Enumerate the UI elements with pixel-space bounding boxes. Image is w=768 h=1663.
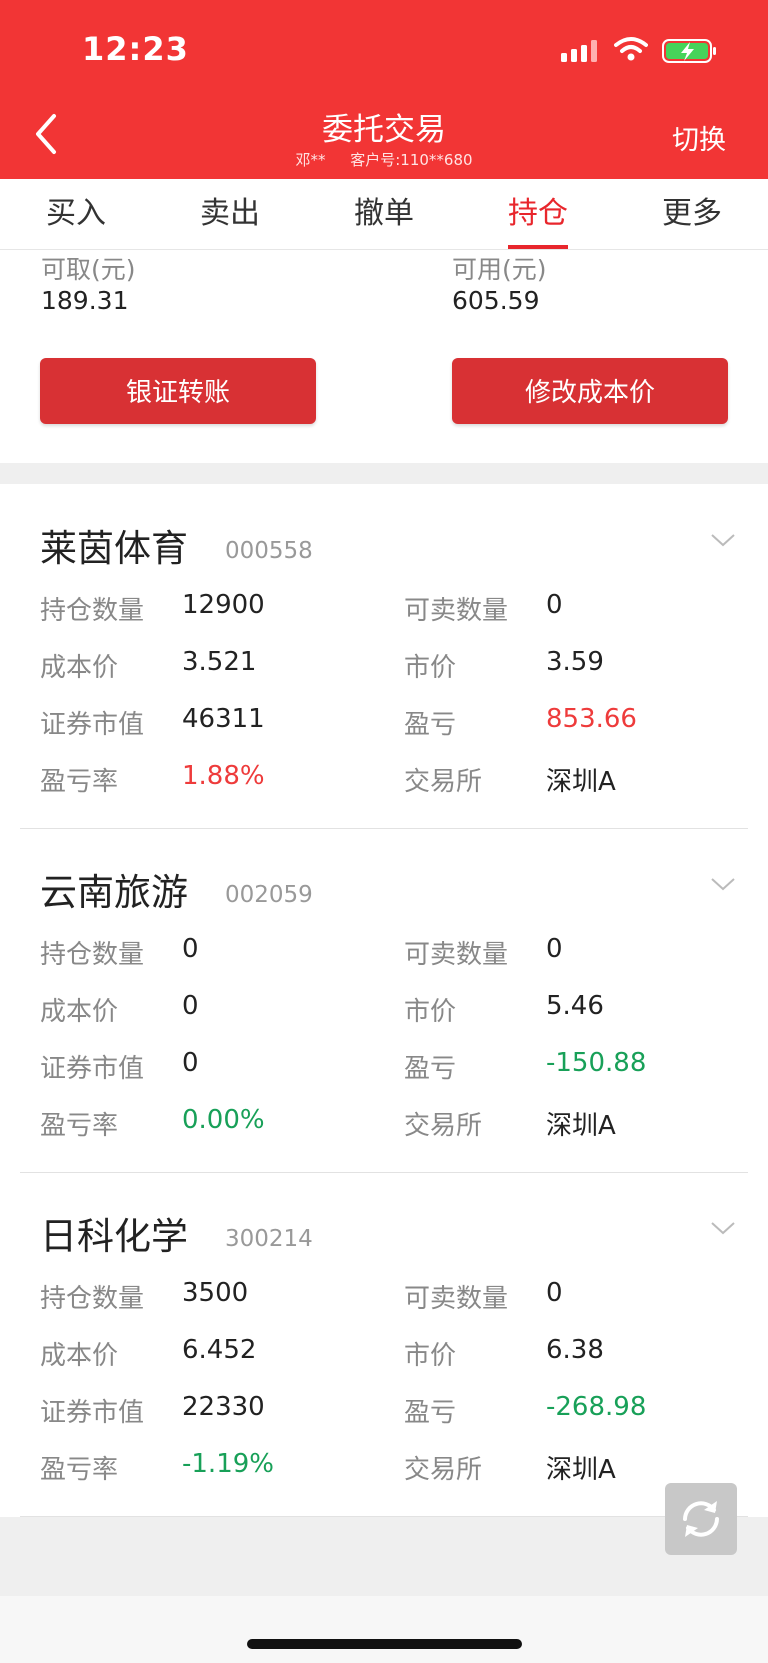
hold-qty-value: 12900 (182, 590, 265, 620)
position-card[interactable]: 云南旅游 002059 持仓数量 0 可卖数量 0 成本价 0 市价 5.46 … (20, 828, 748, 1173)
stock-name: 莱茵体育 (40, 527, 188, 570)
user-name: 邓** (295, 151, 326, 169)
sellable-qty-label: 可卖数量 (404, 940, 509, 970)
pnl-rate-label: 盈亏率 (40, 1455, 119, 1485)
market-value-value: 46311 (182, 704, 265, 734)
pnl-label: 盈亏 (404, 1398, 457, 1428)
hold-qty-label: 持仓数量 (40, 1284, 145, 1314)
sellable-qty-label: 可卖数量 (404, 596, 509, 626)
cost-price-label: 成本价 (40, 1341, 119, 1371)
position-card[interactable]: 莱茵体育 000558 持仓数量 12900 可卖数量 0 成本价 3.521 … (20, 484, 748, 829)
funds-panel: 可取(元) 189.31 可用(元) 605.59 银证转账 修改成本价 (0, 250, 768, 463)
pnl-label: 盈亏 (404, 710, 457, 740)
pnl-rate-label: 盈亏率 (40, 767, 119, 797)
withdrawable-value: 189.31 (41, 286, 129, 315)
switch-account-button[interactable]: 切换 (672, 118, 726, 157)
positions-list: 莱茵体育 000558 持仓数量 12900 可卖数量 0 成本价 3.521 … (0, 484, 768, 1517)
hold-qty-value: 3500 (182, 1278, 249, 1308)
trade-tabs: 买入 卖出 撤单 持仓 更多 (0, 179, 768, 250)
chevron-down-icon[interactable] (710, 1220, 736, 1236)
tab-cancel[interactable]: 撤单 (324, 179, 444, 249)
bottom-safe-area (0, 1596, 768, 1663)
modify-cost-button[interactable]: 修改成本价 (452, 358, 728, 424)
sellable-qty-label: 可卖数量 (404, 1284, 509, 1314)
pnl-rate-value: -1.19% (182, 1449, 274, 1479)
market-price-label: 市价 (404, 1341, 457, 1371)
sellable-qty-value: 0 (546, 934, 563, 964)
hold-qty-value: 0 (182, 934, 199, 964)
signal-icon (561, 40, 597, 62)
pnl-rate-value: 0.00% (182, 1105, 265, 1135)
pnl-rate-label: 盈亏率 (40, 1111, 119, 1141)
stock-name: 云南旅游 (40, 871, 188, 914)
exchange-value: 深圳A (546, 1455, 616, 1485)
market-value-value: 0 (182, 1048, 199, 1078)
pnl-rate-value: 1.88% (182, 761, 265, 791)
market-value-label: 证券市值 (40, 1398, 145, 1428)
sellable-qty-value: 0 (546, 590, 563, 620)
available-value: 605.59 (452, 286, 540, 315)
position-card[interactable]: 日科化学 300214 持仓数量 3500 可卖数量 0 成本价 6.452 市… (20, 1172, 748, 1517)
stock-name: 日科化学 (40, 1215, 188, 1258)
refresh-icon (683, 1501, 719, 1537)
home-indicator[interactable] (247, 1639, 522, 1649)
market-price-value: 5.46 (546, 991, 604, 1021)
tab-positions[interactable]: 持仓 (478, 179, 598, 249)
hold-qty-label: 持仓数量 (40, 596, 145, 626)
cost-price-label: 成本价 (40, 997, 119, 1027)
hold-qty-label: 持仓数量 (40, 940, 145, 970)
stock-code: 000558 (225, 538, 313, 564)
withdrawable-label: 可取(元) (41, 255, 136, 284)
market-value-label: 证券市值 (40, 710, 145, 740)
header: 12:23 委托交易 邓** 客户号:110**680 切换 (0, 0, 768, 179)
exchange-label: 交易所 (404, 1455, 483, 1485)
exchange-value: 深圳A (546, 767, 616, 797)
refresh-button[interactable] (665, 1483, 737, 1555)
market-value-value: 22330 (182, 1392, 265, 1422)
tab-sell[interactable]: 卖出 (170, 179, 290, 249)
chevron-down-icon[interactable] (710, 532, 736, 548)
exchange-label: 交易所 (404, 1111, 483, 1141)
account-info: 邓** 客户号:110**680 (0, 149, 768, 170)
stock-code: 300214 (225, 1226, 313, 1252)
market-price-value: 6.38 (546, 1335, 604, 1365)
wifi-icon (614, 37, 648, 61)
battery-charging-icon (662, 39, 716, 63)
market-price-label: 市价 (404, 997, 457, 1027)
cost-price-value: 0 (182, 991, 199, 1021)
pnl-value: -268.98 (546, 1392, 647, 1422)
tab-buy[interactable]: 买入 (16, 179, 136, 249)
chevron-down-icon[interactable] (710, 876, 736, 892)
exchange-value: 深圳A (546, 1111, 616, 1141)
stock-code: 002059 (225, 882, 313, 908)
status-time: 12:23 (82, 30, 189, 68)
page-title: 委托交易 (322, 112, 446, 148)
tab-more[interactable]: 更多 (632, 179, 752, 249)
cost-price-value: 6.452 (182, 1335, 257, 1365)
exchange-label: 交易所 (404, 767, 483, 797)
market-price-value: 3.59 (546, 647, 604, 677)
sellable-qty-value: 0 (546, 1278, 563, 1308)
account-number: 客户号:110**680 (350, 151, 473, 169)
available-label: 可用(元) (452, 255, 547, 284)
pnl-value: -150.88 (546, 1048, 647, 1078)
market-price-label: 市价 (404, 653, 457, 683)
pnl-label: 盈亏 (404, 1054, 457, 1084)
cost-price-value: 3.521 (182, 647, 257, 677)
pnl-value: 853.66 (546, 704, 637, 734)
market-value-label: 证券市值 (40, 1054, 145, 1084)
cost-price-label: 成本价 (40, 653, 119, 683)
bank-transfer-button[interactable]: 银证转账 (40, 358, 316, 424)
